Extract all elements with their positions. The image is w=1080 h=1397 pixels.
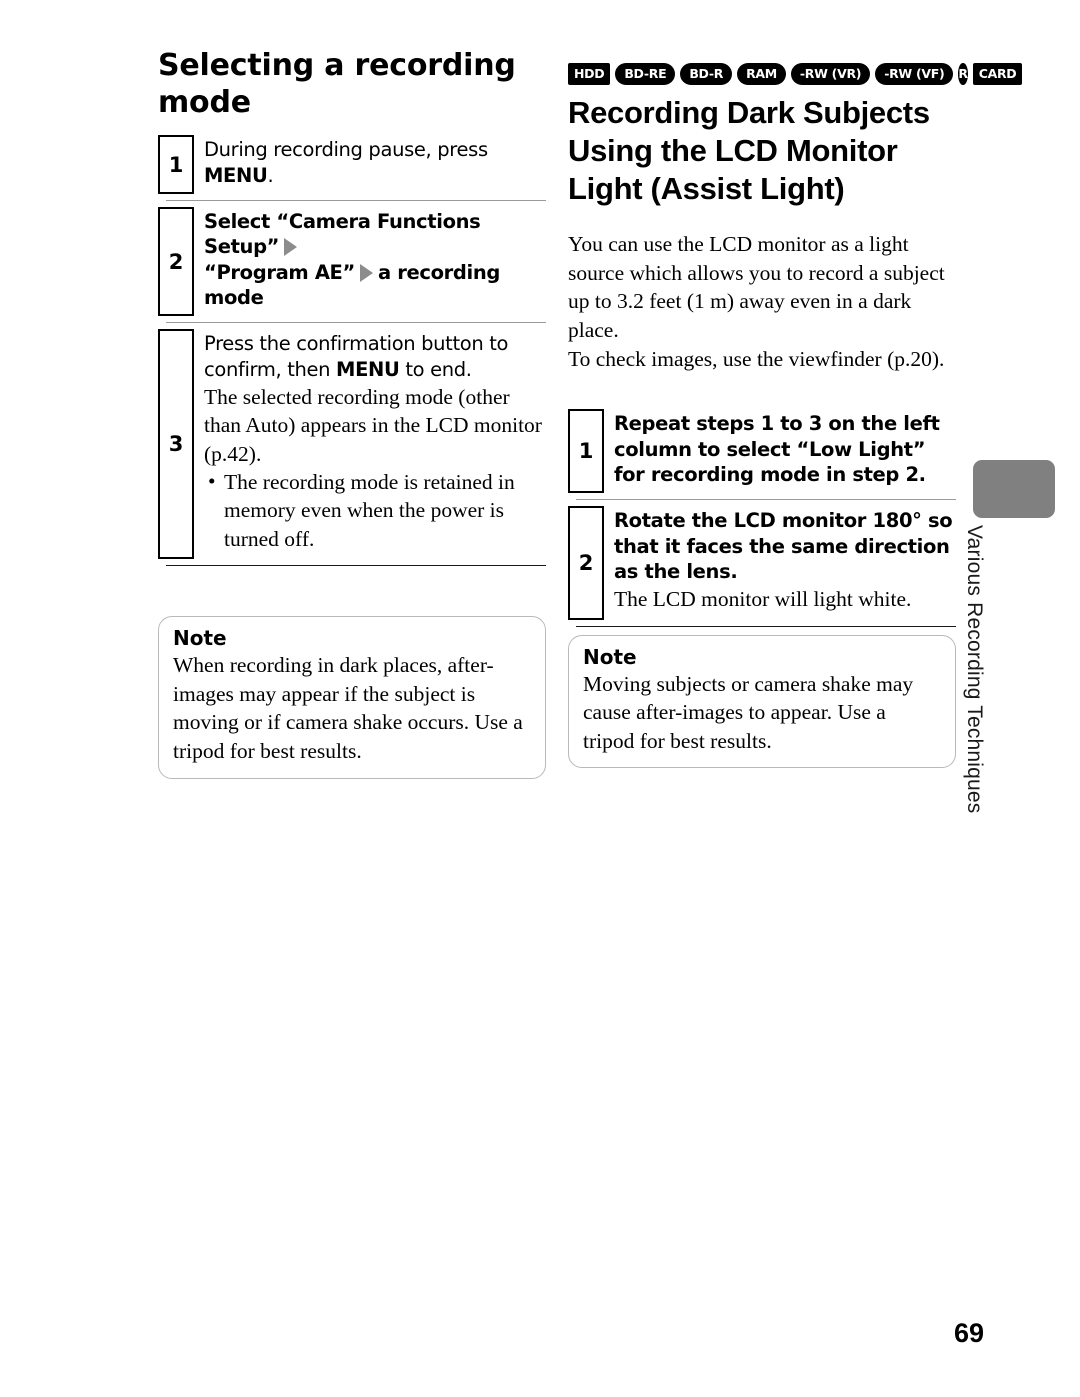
note-body: Moving subjects or camera shake may caus…: [583, 671, 914, 753]
arrow-right-icon: [360, 263, 373, 282]
step-content: Rotate the LCD monitor 180° so that it f…: [604, 506, 956, 619]
media-badge-card: CARD: [972, 63, 1023, 85]
note-body: When recording in dark places, after-ima…: [173, 653, 523, 763]
left-step-list: 1 During recording pause, press MENU. 2 …: [158, 135, 546, 567]
step-instruction: During recording pause, press MENU.: [204, 137, 546, 188]
step-instruction-post: to end.: [399, 357, 472, 381]
list-item: The recording mode is retained in memory…: [204, 467, 546, 553]
step-list-bottom-rule: [166, 565, 546, 567]
step-number: 1: [158, 135, 194, 194]
step-item: 1 Repeat steps 1 to 3 on the left column…: [568, 409, 956, 494]
step-instruction: Select “Camera Functions Setup” “Program…: [204, 209, 546, 310]
step-instruction-post: .: [267, 163, 274, 187]
note-title: Note: [583, 644, 637, 669]
step-item: 2 Select “Camera Functions Setup” “Progr…: [158, 206, 546, 317]
right-column-heading: Recording Dark Subjects Using the LCD Mo…: [568, 95, 930, 207]
step-bullet-list: The recording mode is retained in memory…: [204, 467, 546, 553]
media-badge-rw-vf: -RW (VF): [875, 63, 954, 85]
note-box: Note When recording in dark places, afte…: [158, 616, 546, 779]
step-number: 1: [568, 409, 604, 494]
media-badge-r: R: [958, 63, 968, 85]
media-badge-row: HDD BD-RE BD-R RAM -RW (VR) -RW (VF) R C…: [568, 62, 1023, 86]
step-content: Select “Camera Functions Setup” “Program…: [194, 207, 546, 316]
step-instruction-pre: During recording pause, press: [204, 138, 488, 162]
media-badge-rw-vr: -RW (VR): [790, 63, 871, 85]
arrow-right-icon: [284, 238, 298, 257]
step-separator: [166, 199, 546, 201]
left-column-heading: Selecting a recording mode: [158, 48, 516, 120]
step-explanation: The LCD monitor will light white.: [614, 587, 912, 612]
media-badge-bd-re: BD-RE: [615, 63, 676, 85]
step-instruction: Rotate the LCD monitor 180° so that it f…: [614, 509, 953, 583]
note-title: Note: [173, 626, 227, 651]
intro-paragraph-1: You can use the LCD monitor as a light s…: [568, 232, 945, 342]
step-explanation: The selected recording mode (other than …: [204, 384, 542, 466]
step-item: 3 Press the confirmation button to confi…: [158, 329, 546, 560]
step-instruction: Repeat steps 1 to 3 on the left column t…: [614, 412, 940, 486]
left-column: Selecting a recording mode 1 During reco…: [158, 48, 546, 779]
note-box: Note Moving subjects or camera shake may…: [568, 634, 956, 769]
step-number: 2: [158, 206, 194, 317]
intro-paragraph-2: To check images, use the viewfinder (p.2…: [568, 346, 945, 371]
step-instruction-line2-a: “Program AE”: [204, 260, 355, 284]
step-number: 3: [158, 329, 194, 560]
step-separator: [166, 322, 546, 324]
step-content: Press the confirmation button to confirm…: [194, 329, 546, 559]
step-content: Repeat steps 1 to 3 on the left column t…: [604, 409, 956, 493]
page-number: 69: [953, 1318, 984, 1348]
right-column: HDD BD-RE BD-R RAM -RW (VR) -RW (VF) R C…: [568, 62, 1023, 769]
step-content: During recording pause, press MENU.: [194, 135, 546, 194]
step-item: 1 During recording pause, press MENU.: [158, 135, 546, 194]
media-badge-hdd: HDD: [568, 63, 611, 85]
step-separator: [576, 499, 956, 501]
step-instruction-emphasis: MENU: [336, 357, 400, 381]
media-badge-ram: RAM: [737, 63, 786, 85]
right-step-list: 1 Repeat steps 1 to 3 on the left column…: [568, 409, 956, 627]
step-list-bottom-rule: [576, 625, 956, 627]
step-instruction: Press the confirmation button to confirm…: [204, 331, 546, 382]
step-instruction-line1: Select “Camera Functions Setup”: [204, 209, 481, 259]
manual-page: Selecting a recording mode 1 During reco…: [0, 0, 1080, 1397]
chapter-tab-label: Various Recording Techniques: [963, 525, 986, 814]
chapter-tab-marker: [973, 460, 1055, 518]
media-badge-bd-r: BD-R: [680, 63, 733, 85]
step-number: 2: [568, 506, 604, 620]
step-instruction-emphasis: MENU: [204, 163, 268, 187]
step-item: 2 Rotate the LCD monitor 180° so that it…: [568, 506, 956, 620]
